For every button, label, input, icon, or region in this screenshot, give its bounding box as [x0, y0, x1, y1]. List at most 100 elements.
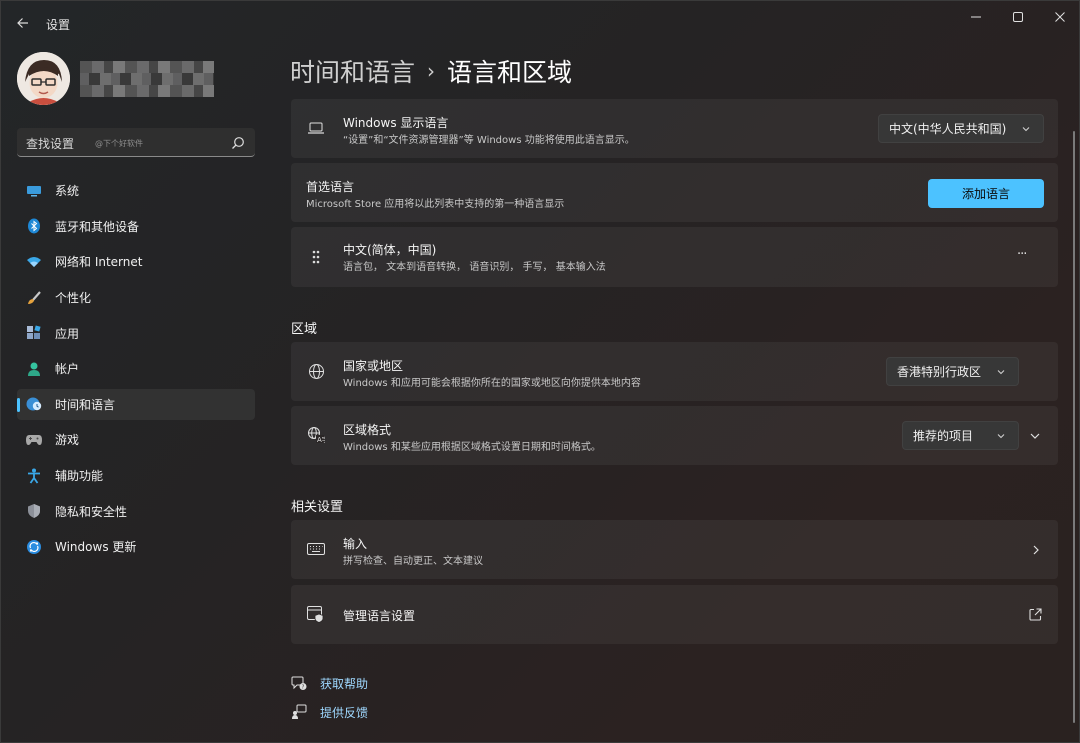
sidebar-item-label: Windows 更新: [55, 540, 137, 555]
globe-icon: [307, 362, 325, 380]
regional-format-card[interactable]: A字 区域格式 Windows 和某些应用根据区域格式设置日期和时间格式。 推荐…: [291, 406, 1058, 465]
drag-handle-icon[interactable]: [307, 248, 325, 266]
admin-language-card[interactable]: 管理语言设置: [291, 585, 1058, 644]
update-icon: [26, 539, 42, 555]
sidebar-item-system[interactable]: 系统: [17, 175, 255, 207]
feedback-icon: [290, 703, 308, 721]
regional-format-dropdown[interactable]: 推荐的项目: [902, 421, 1019, 450]
scrollbar[interactable]: [1073, 131, 1075, 723]
regional-format-desc: Windows 和某些应用根据区域格式设置日期和时间格式。: [343, 442, 601, 453]
search-input[interactable]: 查找设置 @下个好软件: [17, 128, 255, 157]
bluetooth-icon: [26, 218, 42, 234]
dropdown-value: 中文(中华人民共和国): [889, 122, 1007, 136]
sidebar-item-label: 网络和 Internet: [55, 255, 143, 270]
sidebar-item-network[interactable]: 网络和 Internet: [17, 246, 255, 278]
preferred-language-card: 首选语言 Microsoft Store 应用将以此列表中支持的第一种语言显示 …: [291, 163, 1058, 222]
sidebar-item-time-language[interactable]: 时间和语言: [17, 388, 255, 421]
search-hint: @下个好软件: [95, 139, 143, 148]
sidebar-item-label: 应用: [55, 326, 80, 341]
expand-chevron-icon[interactable]: [1029, 430, 1041, 442]
keyboard-icon: [307, 540, 325, 558]
globe-clock-icon: [26, 396, 42, 412]
sidebar-item-accessibility[interactable]: 辅助功能: [17, 460, 255, 492]
chevron-down-icon: [1022, 127, 1030, 132]
sidebar-item-label: 游戏: [55, 433, 80, 448]
breadcrumb-separator: ›: [427, 59, 436, 83]
sidebar-item-label: 系统: [55, 184, 80, 199]
apps-icon: [26, 325, 42, 341]
sidebar-item-label: 蓝牙和其他设备: [55, 219, 140, 234]
close-button[interactable]: [1037, 1, 1079, 33]
shield-icon: [26, 503, 42, 519]
country-region-title: 国家或地区: [343, 359, 404, 373]
dropdown-value: 香港特别行政区: [897, 365, 982, 379]
dropdown-value: 推荐的项目: [913, 429, 974, 443]
admin-window-icon: [307, 605, 325, 623]
display-icon: [26, 183, 42, 199]
external-link-icon: [1029, 608, 1042, 621]
admin-language-title: 管理语言设置: [343, 609, 416, 623]
sidebar-item-apps[interactable]: 应用: [17, 317, 255, 349]
brush-icon: [26, 290, 42, 306]
region-section-title: 区域: [291, 322, 318, 337]
sidebar-item-windows-update[interactable]: Windows 更新: [17, 531, 255, 563]
sidebar-item-label: 帐户: [55, 362, 80, 377]
sidebar-item-bluetooth[interactable]: 蓝牙和其他设备: [17, 211, 255, 243]
regional-format-icon: A字: [307, 426, 325, 444]
account-icon: [26, 361, 42, 377]
related-settings-title: 相关设置: [291, 500, 344, 515]
regional-format-title: 区域格式: [343, 423, 392, 437]
country-region-card: 国家或地区 Windows 和应用可能会根据你所在的国家或地区向你提供本地内容 …: [291, 342, 1058, 401]
search-icon[interactable]: [231, 136, 245, 150]
sidebar-item-accounts[interactable]: 帐户: [17, 353, 255, 385]
sidebar-item-label: 时间和语言: [55, 397, 116, 412]
sidebar-item-label: 隐私和安全性: [55, 504, 128, 519]
back-button[interactable]: [9, 9, 37, 37]
sidebar-item-gaming[interactable]: 游戏: [17, 424, 255, 456]
breadcrumb-parent[interactable]: 时间和语言: [290, 53, 415, 89]
input-desc: 拼写检查、自动更正、文本建议: [343, 556, 483, 567]
search-label: 查找设置: [26, 137, 75, 151]
more-options-icon[interactable]: ···: [1017, 247, 1027, 262]
add-language-button[interactable]: 添加语言: [928, 179, 1044, 208]
display-language-dropdown[interactable]: 中文(中华人民共和国): [878, 114, 1044, 143]
back-arrow-icon: [17, 18, 28, 28]
breadcrumb: 时间和语言 › 语言和区域: [290, 53, 572, 89]
help-chat-icon: ?: [290, 674, 308, 692]
maximize-icon: [1013, 12, 1023, 22]
page-title: 语言和区域: [447, 58, 573, 87]
feedback-link[interactable]: 提供反馈: [290, 703, 368, 721]
minimize-icon: [971, 16, 981, 18]
sidebar-item-personalization[interactable]: 个性化: [17, 282, 255, 314]
avatar-icon: [17, 52, 70, 105]
close-icon: [1055, 12, 1065, 22]
settings-window: 设置 查找设置 @下个好软件 系统 蓝牙和其他设备 网络和 Internet 个…: [0, 0, 1080, 743]
svg-text:A字: A字: [317, 435, 325, 444]
minimize-button[interactable]: [953, 1, 999, 33]
display-language-card: Windows 显示语言 “设置”和“文件资源管理器”等 Windows 功能将…: [291, 99, 1058, 158]
input-settings-card[interactable]: 输入 拼写检查、自动更正、文本建议: [291, 520, 1058, 579]
sidebar-nav: 系统 蓝牙和其他设备 网络和 Internet 个性化 应用 帐户 时间和语言: [17, 175, 255, 567]
gamepad-icon: [26, 432, 42, 448]
wifi-icon: [26, 254, 42, 270]
chevron-down-icon: [997, 370, 1005, 375]
feedback-text[interactable]: 提供反馈: [320, 704, 368, 721]
sidebar-item-privacy[interactable]: 隐私和安全性: [17, 495, 255, 527]
language-item-title: 中文(简体，中国): [343, 243, 437, 257]
sidebar-item-label: 个性化: [55, 291, 92, 306]
chevron-right-icon: [1033, 545, 1039, 555]
sidebar-item-label: 辅助功能: [55, 469, 104, 484]
country-region-dropdown[interactable]: 香港特别行政区: [886, 357, 1019, 386]
language-item-desc: 语言包， 文本到语音转换， 语音识别， 手写， 基本输入法: [343, 262, 606, 273]
maximize-button[interactable]: [995, 1, 1041, 33]
svg-text:?: ?: [302, 685, 305, 691]
profile-name-redacted: [80, 61, 214, 97]
chevron-down-icon: [997, 434, 1005, 439]
get-help-text[interactable]: 获取帮助: [320, 675, 368, 692]
display-language-desc: “设置”和“文件资源管理器”等 Windows 功能将使用此语言显示。: [343, 135, 635, 146]
get-help-link[interactable]: ? 获取帮助: [290, 674, 368, 692]
app-title: 设置: [46, 18, 71, 32]
display-language-title: Windows 显示语言: [343, 116, 449, 130]
avatar[interactable]: [17, 52, 70, 105]
input-title: 输入: [343, 537, 368, 551]
